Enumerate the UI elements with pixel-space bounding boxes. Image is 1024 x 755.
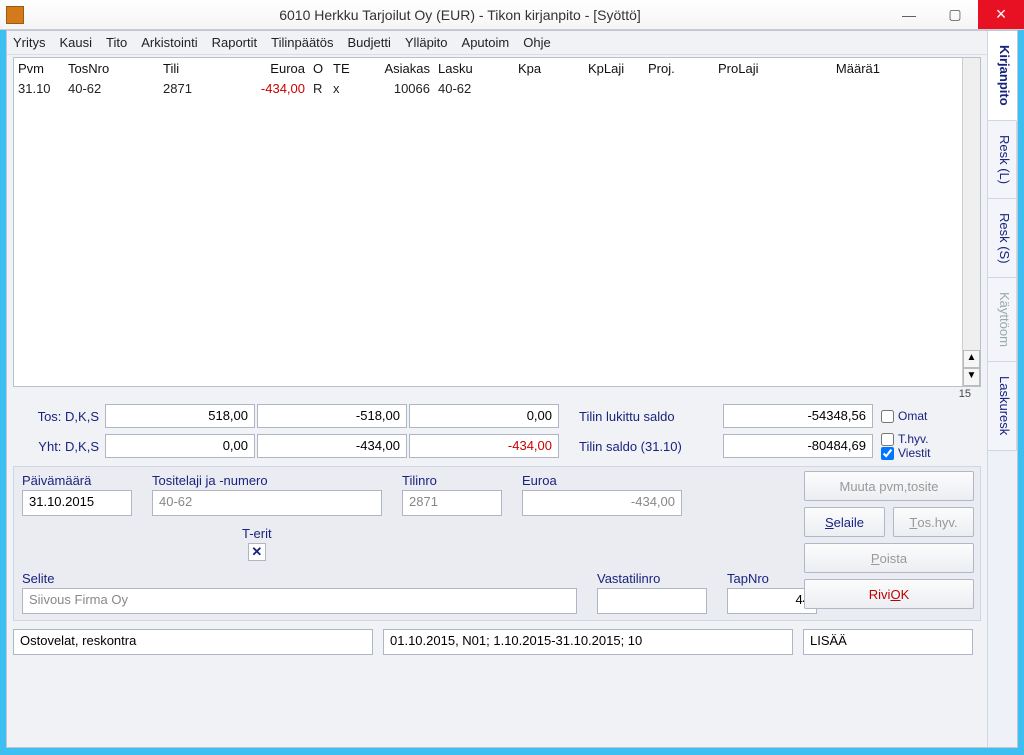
- menu-raportit[interactable]: Raportit: [212, 35, 258, 50]
- tab-resk-s[interactable]: Resk (S): [988, 199, 1017, 279]
- close-button[interactable]: ×: [978, 0, 1024, 29]
- grid-row[interactable]: 31.10 40-62 2871 -434,00 R x 10066 40-62: [14, 78, 962, 98]
- mode-field: LISÄÄ: [803, 629, 973, 655]
- col-o[interactable]: O: [309, 61, 329, 76]
- chk-thyv[interactable]: T.hyv.: [881, 432, 928, 446]
- menu-tilinpaatos[interactable]: Tilinpäätös: [271, 35, 333, 50]
- cell-o: R: [309, 81, 329, 96]
- scroll-down-icon[interactable]: ▼: [963, 368, 980, 386]
- maximize-button[interactable]: ▢: [932, 0, 978, 29]
- menu-arkistointi[interactable]: Arkistointi: [141, 35, 197, 50]
- menubar: Yritys Kausi Tito Arkistointi Raportit T…: [7, 31, 987, 55]
- tilin-lukittu-value: -54348,56: [723, 404, 873, 428]
- col-prolaji[interactable]: ProLaji: [714, 61, 824, 76]
- tilinro-input[interactable]: 2871: [402, 490, 502, 516]
- col-tosnro[interactable]: TosNro: [64, 61, 159, 76]
- selite-label: Selite: [22, 571, 577, 586]
- paivamaara-input[interactable]: 31.10.2015: [22, 490, 132, 516]
- cell-lasku: 40-62: [434, 81, 514, 96]
- terit-checkbox[interactable]: ✕: [248, 543, 266, 561]
- minimize-button[interactable]: —: [886, 0, 932, 29]
- poista-button[interactable]: Poista: [804, 543, 974, 573]
- chk-omat[interactable]: Omat: [881, 409, 927, 423]
- tos-dks-label: Tos: D,K,S: [13, 409, 103, 424]
- muuta-pvm-tosite-button[interactable]: Muuta pvm,tosite: [804, 471, 974, 501]
- entry-panel: Päivämäärä 31.10.2015 Tositelaji ja -num…: [13, 466, 981, 621]
- paivamaara-label: Päivämäärä: [22, 473, 132, 488]
- tab-kirjanpito[interactable]: Kirjanpito: [988, 31, 1017, 121]
- col-pvm[interactable]: Pvm: [14, 61, 64, 76]
- vastatilinro-label: Vastatilinro: [597, 571, 707, 586]
- selaile-button[interactable]: Selaile: [804, 507, 885, 537]
- tab-laskuresk[interactable]: Laskuresk: [988, 362, 1017, 450]
- yht-saldo: -434,00: [409, 434, 559, 458]
- tilin-lukittu-label: Tilin lukittu saldo: [561, 409, 721, 424]
- tos-debit: 518,00: [105, 404, 255, 428]
- entries-grid[interactable]: Pvm TosNro Tili Euroa O TE Asiakas Lasku…: [14, 58, 962, 386]
- selite-input[interactable]: Siivous Firma Oy: [22, 588, 577, 614]
- row-count: 15: [13, 387, 981, 402]
- menu-yritys[interactable]: Yritys: [13, 35, 46, 50]
- tab-kayttoom[interactable]: Käyttöom: [988, 278, 1017, 362]
- cell-tili: 2871: [159, 81, 219, 96]
- side-tabs: Kirjanpito Resk (L) Resk (S) Käyttöom La…: [987, 31, 1017, 747]
- window-title: 6010 Herkku Tarjoilut Oy (EUR) - Tikon k…: [34, 7, 886, 23]
- rivi-ok-button[interactable]: Rivi OK: [804, 579, 974, 609]
- tilinro-label: Tilinro: [402, 473, 502, 488]
- yht-dks-label: Yht: D,K,S: [13, 439, 103, 454]
- tilin-saldo-value: -80484,69: [723, 434, 873, 458]
- menu-aputoim[interactable]: Aputoim: [462, 35, 510, 50]
- menu-kausi[interactable]: Kausi: [60, 35, 93, 50]
- tosite-input[interactable]: 40-62: [152, 490, 382, 516]
- vastatilinro-input[interactable]: [597, 588, 707, 614]
- tos-saldo: 0,00: [409, 404, 559, 428]
- col-proj[interactable]: Proj.: [644, 61, 714, 76]
- cell-asiakas: 10066: [374, 81, 434, 96]
- col-kplaji[interactable]: KpLaji: [584, 61, 644, 76]
- col-asiakas[interactable]: Asiakas: [374, 61, 434, 76]
- tosite-label: Tositelaji ja -numero: [152, 473, 382, 488]
- titlebar: 6010 Herkku Tarjoilut Oy (EUR) - Tikon k…: [0, 0, 1024, 30]
- period-info-field: 01.10.2015, N01; 1.10.2015-31.10.2015; 1…: [383, 629, 793, 655]
- cell-euroa: -434,00: [219, 81, 309, 96]
- toshyv-button[interactable]: Tos.hyv.: [893, 507, 974, 537]
- yht-credit: -434,00: [257, 434, 407, 458]
- tilin-saldo-label: Tilin saldo (31.10): [561, 439, 721, 454]
- account-name-field: Ostovelat, reskontra: [13, 629, 373, 655]
- euroa-input[interactable]: -434,00: [522, 490, 682, 516]
- col-te[interactable]: TE: [329, 61, 374, 76]
- col-kpa[interactable]: Kpa: [514, 61, 584, 76]
- col-euroa[interactable]: Euroa: [219, 61, 309, 76]
- cell-tosnro: 40-62: [64, 81, 159, 96]
- yht-debit: 0,00: [105, 434, 255, 458]
- menu-ohje[interactable]: Ohje: [523, 35, 550, 50]
- cell-te: x: [329, 81, 374, 96]
- tos-credit: -518,00: [257, 404, 407, 428]
- col-maara1[interactable]: Määrä1: [824, 61, 884, 76]
- euroa-label: Euroa: [522, 473, 682, 488]
- col-tili[interactable]: Tili: [159, 61, 219, 76]
- tab-resk-l[interactable]: Resk (L): [988, 121, 1017, 199]
- terit-label: T-erit: [242, 526, 272, 541]
- col-lasku[interactable]: Lasku: [434, 61, 514, 76]
- grid-scrollbar[interactable]: ▲ ▼: [962, 58, 980, 386]
- cell-pvm: 31.10: [14, 81, 64, 96]
- app-icon: [6, 6, 24, 24]
- menu-tito[interactable]: Tito: [106, 35, 127, 50]
- scroll-up-icon[interactable]: ▲: [963, 350, 980, 368]
- menu-budjetti[interactable]: Budjetti: [348, 35, 391, 50]
- chk-viestit[interactable]: Viestit: [881, 446, 930, 460]
- grid-header: Pvm TosNro Tili Euroa O TE Asiakas Lasku…: [14, 58, 962, 78]
- menu-yllapito[interactable]: Ylläpito: [405, 35, 448, 50]
